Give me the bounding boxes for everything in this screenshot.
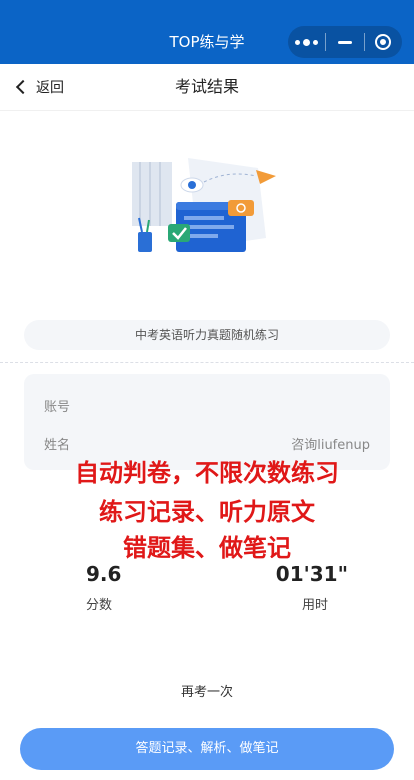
navigation-bar: 返回 考试结果: [0, 64, 414, 111]
answer-records-button[interactable]: 答题记录、解析、做笔记: [20, 728, 394, 770]
eye-icon: [188, 181, 196, 189]
more-icon: [295, 38, 319, 46]
name-label: 姓名: [44, 438, 71, 453]
clock-icon: [228, 200, 254, 216]
exam-name: 中考英语听力真题随机练习: [24, 320, 390, 350]
mini-program-capsule: [288, 26, 402, 58]
time-value: 01'31": [275, 562, 348, 586]
check-icon: [168, 224, 190, 242]
close-button[interactable]: [365, 26, 402, 58]
dashed-divider: [0, 362, 414, 363]
promo-line-3: 错题集、做笔记: [123, 534, 291, 562]
promo-line-2: 练习记录、听力原文: [99, 498, 315, 526]
user-info-card: 账号 姓名 咨询liufenup: [24, 374, 390, 470]
app-title-bar: TOP练与学: [0, 0, 414, 64]
retake-button[interactable]: 再考一次: [0, 681, 414, 700]
time-label: 用时: [301, 598, 328, 613]
exam-illustration: [132, 158, 276, 252]
account-label: 账号: [44, 400, 71, 415]
minimize-button[interactable]: [326, 26, 363, 58]
book-stack: [132, 162, 172, 226]
name-value: 咨询liufenup: [291, 438, 370, 453]
pencil-cup: [138, 232, 152, 252]
promo-line-1: 自动判卷，不限次数练习: [75, 459, 339, 487]
more-button[interactable]: [288, 26, 325, 58]
score-value: 9.6: [86, 562, 122, 586]
page-title: 考试结果: [174, 77, 239, 96]
score-label: 分数: [86, 598, 113, 613]
close-target-icon: [375, 34, 392, 50]
minimize-icon: [337, 40, 352, 44]
